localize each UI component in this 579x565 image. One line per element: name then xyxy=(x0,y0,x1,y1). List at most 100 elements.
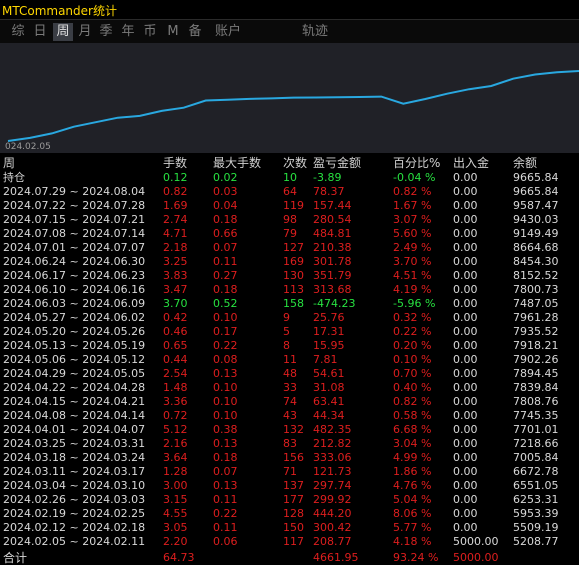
chart-start-date: 024.02.05 xyxy=(5,142,51,152)
cell-flow: 0.00 xyxy=(453,395,478,408)
cell-max-lots: 0.10 xyxy=(213,311,238,324)
cell-count: 156 xyxy=(283,451,304,464)
tab-4[interactable]: 季 xyxy=(96,23,116,41)
cell-balance: 7961.28 xyxy=(513,311,559,324)
cell-pnl: 44.34 xyxy=(313,409,345,422)
tab-7[interactable]: M xyxy=(164,23,182,41)
cell-pnl: 121.73 xyxy=(313,465,352,478)
table-row[interactable]: 2024.06.10 ~ 2024.06.16 3.47 0.18 113 313.68… xyxy=(0,283,579,297)
holding-row[interactable]: 持仓 0.12 0.02 10 -3.89 -0.04 % 0.00 9665.84 xyxy=(0,171,579,185)
table-row[interactable]: 2024.04.01 ~ 2024.04.07 5.12 0.38 132 482.35… xyxy=(0,423,579,437)
header-lots[interactable]: 手数 xyxy=(163,155,187,171)
tab-5[interactable]: 年 xyxy=(118,23,138,41)
cell-count: 33 xyxy=(283,381,297,394)
cell-pct: 0.70 % xyxy=(393,367,432,380)
cell-flow: 0.00 xyxy=(453,283,478,296)
table-row[interactable]: 2024.06.17 ~ 2024.06.23 3.83 0.27 130 351.79… xyxy=(0,269,579,283)
table-row[interactable]: 2024.04.15 ~ 2024.04.21 3.36 0.10 74 63.41 0.… xyxy=(0,395,579,409)
table-row[interactable]: 2024.03.04 ~ 2024.03.10 3.00 0.13 137 297.74… xyxy=(0,479,579,493)
cell-pct: 1.86 % xyxy=(393,465,432,478)
table-row[interactable]: 2024.02.12 ~ 2024.02.18 3.05 0.11 150 300.42… xyxy=(0,521,579,535)
cell-max-lots: 0.06 xyxy=(213,535,238,548)
cell-count: 132 xyxy=(283,423,304,436)
cell-pnl: 31.08 xyxy=(313,381,345,394)
tab-9[interactable]: 账户 xyxy=(211,23,245,41)
header-balance[interactable]: 余额 xyxy=(513,155,537,171)
header-pnl[interactable]: 盈亏金额 xyxy=(313,155,361,171)
cell-flow: 0.00 xyxy=(453,325,478,338)
table-row[interactable]: 2024.07.01 ~ 2024.07.07 2.18 0.07 127 210.38… xyxy=(0,241,579,255)
cell-count: 137 xyxy=(283,479,304,492)
cell-flow: 0.00 xyxy=(453,367,478,380)
table-row[interactable]: 2024.05.27 ~ 2024.06.02 0.42 0.10 9 25.76 0.3… xyxy=(0,311,579,325)
tab-0[interactable]: 综 xyxy=(8,23,28,41)
table-row[interactable]: 2024.07.15 ~ 2024.07.21 2.74 0.18 98 280.54 3… xyxy=(0,213,579,227)
table-row[interactable]: 2024.07.22 ~ 2024.07.28 1.69 0.04 119 157.44… xyxy=(0,199,579,213)
cell-period: 2024.07.29 ~ 2024.08.04 xyxy=(3,185,146,198)
cell-lots: 4.71 xyxy=(163,227,188,240)
table-row[interactable]: 2024.02.26 ~ 2024.03.03 3.15 0.11 177 299.92… xyxy=(0,493,579,507)
tab-3[interactable]: 月 xyxy=(75,23,95,41)
tab-10[interactable]: 轨迹 xyxy=(298,23,332,41)
table-row[interactable]: 2024.07.08 ~ 2024.07.14 4.71 0.66 79 484.81 5… xyxy=(0,227,579,241)
total-row: 合计 64.73 4661.95 93.24 % 5000.00 xyxy=(0,551,579,565)
cell-pct: -5.96 % xyxy=(393,297,436,310)
table-row[interactable]: 2024.03.11 ~ 2024.03.17 1.28 0.07 71 121.73 1… xyxy=(0,465,579,479)
cell-lots: 0.12 xyxy=(163,171,188,184)
table-row[interactable]: 2024.02.05 ~ 2024.02.11 2.20 0.06 117 208.77… xyxy=(0,535,579,549)
header-count[interactable]: 次数 xyxy=(283,155,307,171)
table-row[interactable]: 2024.04.08 ~ 2024.04.14 0.72 0.10 43 44.34 0.… xyxy=(0,409,579,423)
cell-balance: 7745.35 xyxy=(513,409,559,422)
cell-lots: 5.12 xyxy=(163,423,188,436)
header-flow[interactable]: 出入金 xyxy=(453,155,489,171)
header-pct[interactable]: 百分比% xyxy=(393,155,440,171)
cell-max-lots: 0.66 xyxy=(213,227,238,240)
table-row[interactable]: 2024.05.06 ~ 2024.05.12 0.44 0.08 11 7.81 0.1… xyxy=(0,353,579,367)
table-row[interactable]: 2024.06.24 ~ 2024.06.30 3.25 0.11 169 301.78… xyxy=(0,255,579,269)
header-max-lots[interactable]: 最大手数 xyxy=(213,155,261,171)
table-row[interactable]: 2024.07.29 ~ 2024.08.04 0.82 0.03 64 78.37 0.… xyxy=(0,185,579,199)
cell-max-lots: 0.08 xyxy=(213,353,238,366)
cell-lots: 2.18 xyxy=(163,241,188,254)
cell-pct: 5.77 % xyxy=(393,521,432,534)
cell-balance: 5953.39 xyxy=(513,507,559,520)
cell-max-lots: 0.03 xyxy=(213,185,238,198)
cell-count: 48 xyxy=(283,367,297,380)
cell-pct: 0.10 % xyxy=(393,353,432,366)
table-row[interactable]: 2024.03.18 ~ 2024.03.24 3.64 0.18 156 333.06… xyxy=(0,451,579,465)
cell-count: 71 xyxy=(283,465,297,478)
cell-lots: 2.20 xyxy=(163,535,188,548)
table-row[interactable]: 2024.04.29 ~ 2024.05.05 2.54 0.13 48 54.61 0.… xyxy=(0,367,579,381)
cell-flow: 0.00 xyxy=(453,479,478,492)
table-row[interactable]: 2024.03.25 ~ 2024.03.31 2.16 0.13 83 212.82 3… xyxy=(0,437,579,451)
cell-pnl: 78.37 xyxy=(313,185,345,198)
table-row[interactable]: 2024.06.03 ~ 2024.06.09 3.70 0.52 158 -474.2… xyxy=(0,297,579,311)
cell-balance: 9587.47 xyxy=(513,199,559,212)
cell-max-lots: 0.18 xyxy=(213,213,238,226)
table-row[interactable]: 2024.05.20 ~ 2024.05.26 0.46 0.17 5 17.31 0.2… xyxy=(0,325,579,339)
tab-1[interactable]: 日 xyxy=(30,23,50,41)
tab-6[interactable]: 币 xyxy=(140,23,160,41)
table-row[interactable]: 2024.04.22 ~ 2024.04.28 1.48 0.10 33 31.08 0.… xyxy=(0,381,579,395)
cell-balance: 6551.05 xyxy=(513,479,559,492)
cell-flow: 0.00 xyxy=(453,493,478,506)
cell-flow: 0.00 xyxy=(453,451,478,464)
cell-pnl: 297.74 xyxy=(313,479,352,492)
cell-balance: 7902.26 xyxy=(513,353,559,366)
table-row[interactable]: 2024.02.19 ~ 2024.02.25 4.55 0.22 128 444.20… xyxy=(0,507,579,521)
cell-balance: 8152.52 xyxy=(513,269,559,282)
cell-pnl: 300.42 xyxy=(313,521,352,534)
cell-pct: 8.06 % xyxy=(393,507,432,520)
cell-flow: 0.00 xyxy=(453,269,478,282)
cell-pnl: 299.92 xyxy=(313,493,352,506)
total-period: 合计 xyxy=(3,551,28,565)
cell-count: 119 xyxy=(283,199,304,212)
header-period[interactable]: 周 xyxy=(3,155,15,171)
total-pnl: 4661.95 xyxy=(313,551,359,564)
cell-period: 2024.07.22 ~ 2024.07.28 xyxy=(3,199,146,212)
cell-period: 2024.04.22 ~ 2024.04.28 xyxy=(3,381,146,394)
table-row[interactable]: 2024.05.13 ~ 2024.05.19 0.65 0.22 8 15.95 0.2… xyxy=(0,339,579,353)
tab-2[interactable]: 周 xyxy=(53,23,73,41)
cell-flow: 0.00 xyxy=(453,353,478,366)
tab-8[interactable]: 备 xyxy=(185,23,205,41)
